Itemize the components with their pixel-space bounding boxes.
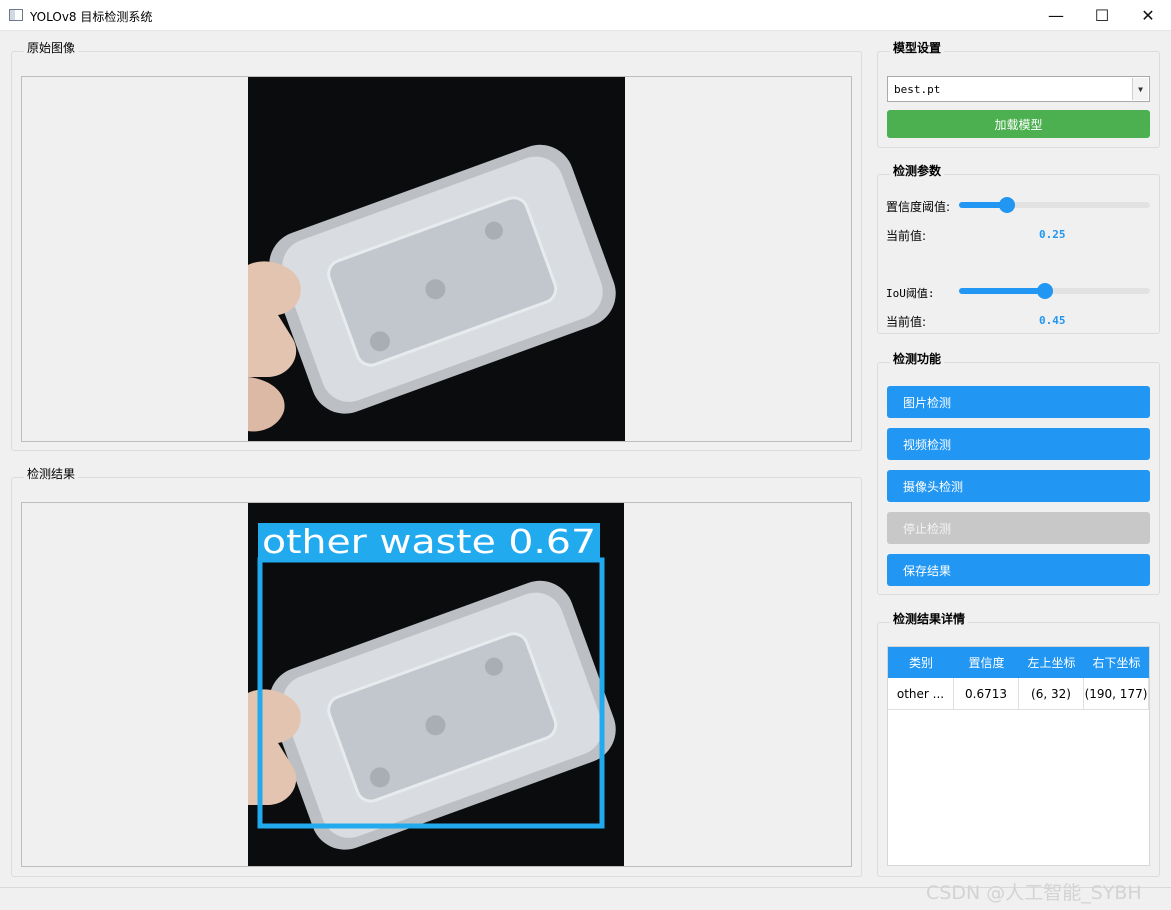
column-header[interactable]: 左上坐标	[1019, 647, 1084, 678]
model-settings-title: 模型设置	[890, 39, 945, 56]
column-header[interactable]: 类别	[888, 647, 954, 678]
original-image	[248, 77, 625, 441]
iou-slider-fill	[959, 288, 1045, 294]
result-image: other waste 0.67	[248, 503, 624, 866]
window-title: YOLOv8 目标检测系统	[30, 10, 153, 24]
original-image-title: 原始图像	[24, 39, 79, 56]
camera-detect-button[interactable]: 摄像头检测	[887, 470, 1150, 502]
iou-slider-handle[interactable]	[1036, 283, 1053, 299]
detect-functions-title: 检测功能	[890, 350, 945, 367]
iou-value: 0.45	[1039, 314, 1066, 327]
result-image-view: other waste 0.67	[21, 502, 852, 867]
stop-detect-button[interactable]: 停止检测	[887, 512, 1150, 544]
chevron-down-icon[interactable]: ▼	[1132, 78, 1148, 100]
table-cell-top-left[interactable]: (6, 32)	[1019, 678, 1084, 709]
close-button[interactable]: ✕	[1125, 0, 1171, 31]
table-header: 类别 置信度 左上坐标 右下坐标	[888, 647, 1149, 678]
table-row[interactable]: other ... 0.6713 (6, 32) (190, 177)	[888, 678, 1149, 710]
table-cell-class[interactable]: other ...	[888, 678, 954, 709]
app-icon	[9, 9, 23, 21]
load-model-button[interactable]: 加载模型	[887, 110, 1150, 138]
save-result-button[interactable]: 保存结果	[887, 554, 1150, 586]
image-detect-button[interactable]: 图片检测	[887, 386, 1150, 418]
iou-slider[interactable]	[959, 283, 1150, 299]
model-select[interactable]: best.pt ▼	[887, 76, 1150, 102]
title-bar: YOLOv8 目标检测系统 — ☐ ✕	[0, 0, 1171, 31]
confidence-label: 置信度阈值:	[886, 200, 951, 214]
detected-photo: other waste 0.67	[248, 503, 624, 866]
confidence-current-label: 当前值:	[886, 229, 927, 243]
watermark: CSDN @人工智能_SYBH	[926, 882, 1142, 904]
result-table[interactable]: 类别 置信度 左上坐标 右下坐标 other ... 0.6713 (6, 32…	[887, 646, 1150, 866]
original-image-view	[21, 76, 852, 442]
iou-label: IoU阈值:	[886, 287, 935, 300]
table-cell-bottom-right[interactable]: (190, 177)	[1084, 678, 1149, 709]
maximize-button[interactable]: ☐	[1079, 0, 1125, 31]
video-detect-button[interactable]: 视频检测	[887, 428, 1150, 460]
detect-params-title: 检测参数	[890, 162, 945, 179]
column-header[interactable]: 置信度	[954, 647, 1019, 678]
minimize-button[interactable]: —	[1033, 0, 1079, 31]
confidence-slider[interactable]	[959, 197, 1150, 213]
result-details-title: 检测结果详情	[890, 610, 969, 627]
table-cell-confidence[interactable]: 0.6713	[954, 678, 1019, 709]
food-container-photo	[248, 77, 625, 441]
iou-current-label: 当前值:	[886, 315, 927, 329]
column-header[interactable]: 右下坐标	[1084, 647, 1149, 678]
result-image-title: 检测结果	[24, 465, 79, 482]
model-select-value: best.pt	[894, 83, 941, 96]
detection-label: other waste 0.67	[262, 522, 596, 561]
confidence-value: 0.25	[1039, 228, 1066, 241]
confidence-slider-handle[interactable]	[998, 197, 1015, 213]
